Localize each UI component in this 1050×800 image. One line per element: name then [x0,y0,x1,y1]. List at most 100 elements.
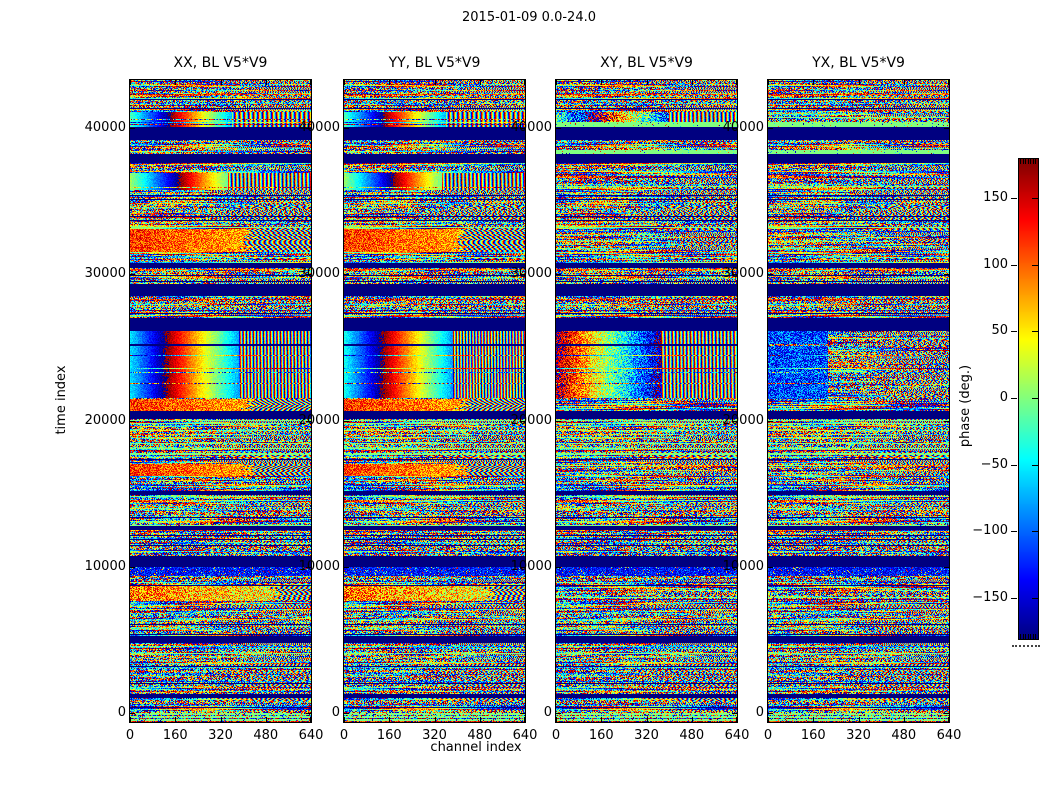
y-tick-mark [944,128,949,129]
colorbar-minor-ticks-bottom [1033,634,1034,639]
y-tick-mark [944,713,949,714]
y-tick-mark [768,421,773,422]
colorbar-minor-ticks-bottom [1025,634,1026,639]
y-tick-mark [556,567,561,568]
y-tick-label: 20000 [488,413,552,429]
panel-title: YX, BL V5*V9 [768,55,949,71]
x-tick-mark [768,80,769,85]
colorbar-tick-mark [1011,598,1017,599]
x-tick-mark [435,717,436,722]
x-tick-label: 160 [579,728,623,743]
panel-title: XY, BL V5*V9 [556,55,737,71]
colorbar-minor-ticks-bottom [1035,634,1036,639]
x-tick-label: 0 [534,728,578,743]
x-tick-label: 480 [670,728,714,743]
x-tick-label: 480 [244,728,288,743]
x-tick-mark [904,717,905,722]
x-tick-mark [647,717,648,722]
heatmap-panel-XX: XX, BL V5*V90160320480640010000200003000… [129,79,312,723]
x-tick-mark [266,80,267,85]
y-tick-label: 10000 [700,559,764,575]
colorbar-minor-ticks-bottom [1028,634,1029,639]
colorbar-tick-label: 150 [956,190,1008,206]
colorbar-minor-ticks-top [1025,159,1026,164]
y-tick-label: 40000 [276,120,340,136]
x-tick-label: 480 [882,728,926,743]
colorbar-tick-mark [1032,331,1038,332]
x-tick-mark [175,80,176,85]
colorbar-tick-mark [1032,265,1038,266]
y-tick-mark [344,421,349,422]
colorbar-minor-ticks-bottom [1023,634,1024,639]
colorbar-minor-ticks-bottom [1030,634,1031,639]
x-tick-mark [389,80,390,85]
y-tick-mark [344,567,349,568]
y-tick-label: 20000 [700,413,764,429]
x-tick-mark [859,717,860,722]
x-tick-mark [480,80,481,85]
x-tick-label: 480 [458,728,502,743]
x-tick-mark [435,80,436,85]
y-tick-label: 20000 [62,413,126,429]
heatmap-panel-YX: YX, BL V5*V90160320480640010000200003000… [767,79,950,723]
x-tick-mark [389,717,390,722]
y-tick-mark [344,274,349,275]
y-tick-label: 40000 [62,120,126,136]
x-tick-mark [647,80,648,85]
colorbar-tick-mark [1011,465,1017,466]
y-tick-mark [768,713,773,714]
x-tick-mark [692,717,693,722]
x-tick-mark [175,717,176,722]
x-tick-label: 320 [625,728,669,743]
y-tick-label: 10000 [62,559,126,575]
y-tick-mark [130,421,135,422]
colorbar-label: phase (deg.) [958,336,974,476]
colorbar-tick-mark [1011,398,1017,399]
x-tick-label: 0 [108,728,152,743]
x-tick-mark [948,80,949,85]
colorbar-minor-ticks-bottom [1020,634,1021,639]
phase-heatmap-XX [130,80,311,722]
y-tick-mark [344,128,349,129]
y-tick-mark [556,713,561,714]
colorbar-tick-mark [1032,531,1038,532]
x-tick-mark [556,80,557,85]
x-tick-mark [736,80,737,85]
y-tick-mark [556,421,561,422]
x-tick-label: 320 [199,728,243,743]
x-tick-label: 640 [927,728,971,743]
x-tick-mark [344,717,345,722]
x-tick-label: 160 [367,728,411,743]
phase-heatmap-YY [344,80,525,722]
x-tick-mark [524,80,525,85]
y-tick-label: 40000 [700,120,764,136]
y-tick-label: 0 [700,705,764,721]
y-tick-mark [768,274,773,275]
y-tick-label: 30000 [700,266,764,282]
x-tick-mark [948,717,949,722]
x-tick-mark [904,80,905,85]
x-tick-mark [601,717,602,722]
phase-heatmap-YX [768,80,949,722]
y-tick-mark [768,128,773,129]
x-tick-mark [692,80,693,85]
y-tick-mark [130,128,135,129]
x-tick-mark [130,717,131,722]
y-tick-mark [768,567,773,568]
y-tick-label: 40000 [488,120,552,136]
colorbar-tick-mark [1011,531,1017,532]
colorbar-minor-ticks-top [1023,159,1024,164]
x-tick-mark [768,717,769,722]
y-tick-mark [130,274,135,275]
y-tick-label: 20000 [276,413,340,429]
colorbar-tick-label: −100 [956,523,1008,539]
y-tick-mark [344,713,349,714]
colorbar [1018,158,1039,640]
y-tick-mark [130,567,135,568]
figure-suptitle: 2015-01-09 0.0-24.0 [329,10,729,25]
y-tick-label: 10000 [276,559,340,575]
colorbar-minor-ticks-top [1030,159,1031,164]
colorbar-minor-ticks-top [1033,159,1034,164]
y-tick-mark [556,274,561,275]
colorbar-tick-mark [1032,398,1038,399]
